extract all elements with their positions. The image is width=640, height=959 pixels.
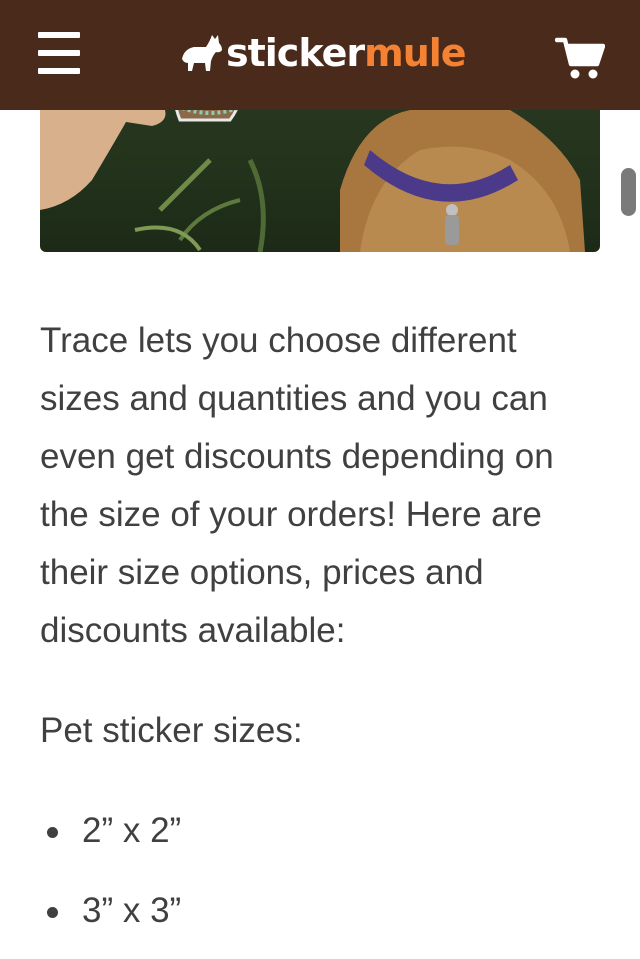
sticker-mule-logo[interactable]: sticker mule [180, 28, 467, 78]
menu-bar [38, 32, 80, 38]
sizes-heading: Pet sticker sizes: [40, 711, 303, 750]
scrollbar-thumb[interactable] [621, 168, 636, 216]
hamburger-menu-icon[interactable] [38, 32, 80, 74]
sizes-list: 2” x 2” 3” x 3” [40, 802, 600, 940]
bullet-icon [47, 827, 58, 838]
size-label: 2” x 2” [82, 811, 182, 850]
logo-wordmark-sticker: sticker [226, 31, 365, 75]
intro-paragraph: Trace lets you choose different sizes an… [40, 321, 554, 650]
menu-bar [38, 50, 80, 56]
list-item: 3” x 3” [40, 882, 600, 940]
cart-glyph [554, 37, 606, 79]
page: sticker mule Trace lets you choose diffe… [0, 0, 640, 959]
list-item: 2” x 2” [40, 802, 600, 860]
mule-icon [182, 35, 222, 71]
logo-wordmark-mule: mule [364, 31, 466, 75]
menu-bar [38, 68, 80, 74]
bullet-icon [47, 907, 58, 918]
shopping-cart-icon[interactable] [554, 36, 606, 80]
site-header: sticker mule [0, 0, 640, 110]
size-label: 3” x 3” [82, 891, 182, 930]
article-body: Trace lets you choose different sizes an… [40, 312, 600, 959]
